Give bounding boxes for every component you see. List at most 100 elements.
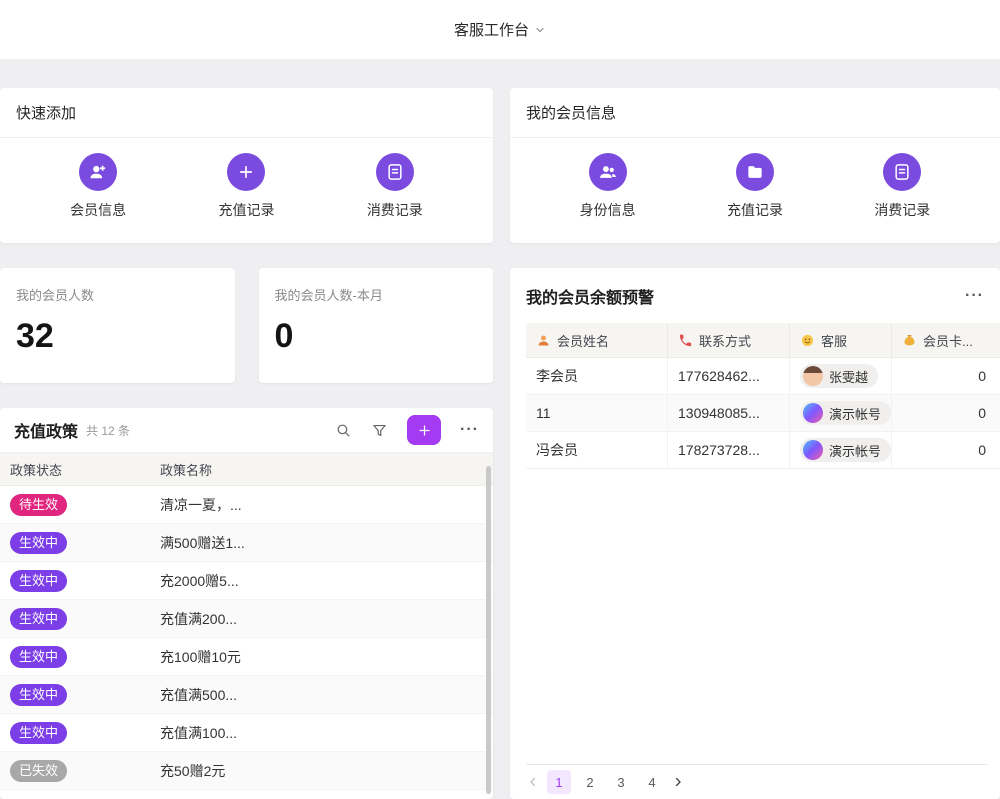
status-badge: 生效中: [10, 646, 67, 668]
record-count: 共 12 条: [86, 422, 130, 439]
prev-page-icon[interactable]: [526, 775, 540, 789]
table-row[interactable]: 生效中 满500赠送1...: [0, 524, 493, 562]
policy-name: 满500赠送1...: [160, 533, 493, 553]
add-record-button[interactable]: [407, 415, 441, 445]
member-name: 11: [526, 395, 668, 431]
column-header-agent: 客服: [790, 323, 892, 357]
column-header-status: 政策状态: [0, 460, 160, 479]
my-member-info-card: 我的会员信息 身份信息 充值记录: [510, 88, 1000, 243]
balance-value: 0: [892, 432, 1000, 468]
page-button-1[interactable]: 1: [547, 770, 571, 794]
table-row[interactable]: 11 130948085... 演示帐号 0: [526, 395, 1000, 432]
plus-icon: [417, 423, 432, 438]
member-name: 冯会员: [526, 432, 668, 468]
stat-label: 我的会员人数: [16, 285, 219, 304]
smiley-icon: [800, 333, 815, 348]
table-row[interactable]: 李会员 177628462... 张雯越 0: [526, 358, 1000, 395]
table-row[interactable]: 生效中 充值满500...: [0, 676, 493, 714]
policy-toolbar: 充值政策 共 12 条 ···: [0, 408, 493, 453]
search-icon[interactable]: [335, 422, 352, 439]
member-info-header: 我的会员信息: [510, 88, 1000, 138]
vertical-scrollbar[interactable]: [486, 466, 491, 794]
left-column: 快速添加 会员信息 充值记录: [0, 88, 493, 799]
table-row[interactable]: 生效中 充值满200...: [0, 600, 493, 638]
table-row[interactable]: 冯会员 178273728... 演示帐号 0: [526, 432, 1000, 469]
policy-table-header: 政策状态 政策名称: [0, 453, 493, 486]
member-name: 李会员: [526, 358, 668, 394]
agent-tag: 演示帐号: [800, 401, 891, 425]
warning-table-header: 会员姓名 联系方式 客服 会员卡...: [526, 323, 1000, 358]
quick-item-label: 充值记录: [727, 200, 783, 220]
table-row[interactable]: 已失效 充50赠2元: [0, 752, 493, 790]
quick-add-recharge-button[interactable]: 充值记录: [218, 153, 274, 220]
table-row[interactable]: 生效中 充2000赠5...: [0, 562, 493, 600]
balance-warning-card: 我的会员余额预警 ··· 会员姓名 联系方式 客服 会员卡.: [510, 268, 1000, 799]
agent-name: 张雯越: [829, 367, 868, 386]
page-button-4[interactable]: 4: [640, 770, 664, 794]
agent-tag: 张雯越: [800, 364, 878, 388]
recharge-records-button[interactable]: 充值记录: [727, 153, 783, 220]
next-page-icon[interactable]: [671, 775, 685, 789]
document-icon: [883, 153, 921, 191]
more-menu-icon[interactable]: ···: [965, 288, 984, 304]
page-button-2[interactable]: 2: [578, 770, 602, 794]
card-title: 快速添加: [16, 102, 76, 123]
table-row[interactable]: 生效中 充100赠10元: [0, 638, 493, 676]
filter-icon[interactable]: [371, 422, 388, 439]
member-phone: 177628462...: [668, 358, 790, 394]
member-phone: 130948085...: [668, 395, 790, 431]
chevron-down-icon: [534, 24, 546, 36]
card-title: 充值政策: [14, 418, 78, 442]
quick-add-actions: 会员信息 充值记录 消费记录: [0, 138, 493, 220]
column-header-contact: 联系方式: [668, 323, 790, 357]
member-count-card: 我的会员人数 32: [0, 268, 235, 383]
member-info-actions: 身份信息 充值记录 消费记录: [510, 138, 1000, 220]
avatar: [803, 366, 823, 386]
toolbar-actions: ···: [335, 415, 479, 445]
folder-icon: [736, 153, 774, 191]
member-count-month-card: 我的会员人数-本月 0: [259, 268, 494, 383]
agent-name: 演示帐号: [829, 404, 881, 423]
more-menu-icon[interactable]: ···: [460, 422, 479, 438]
avatar: [803, 403, 823, 423]
recharge-policy-card: 充值政策 共 12 条 ··· 政策状态 政策名称: [0, 408, 493, 799]
status-badge: 已失效: [10, 760, 67, 782]
quick-add-header: 快速添加: [0, 88, 493, 138]
table-row[interactable]: 待生效 清凉一夏，...: [0, 486, 493, 524]
policy-table-body: 待生效 清凉一夏，... 生效中 满500赠送1... 生效中 充2000赠5.…: [0, 486, 493, 790]
policy-name: 充2000赠5...: [160, 571, 493, 591]
person-icon: [536, 333, 551, 348]
identity-info-button[interactable]: 身份信息: [580, 153, 636, 220]
policy-name: 充值满200...: [160, 609, 493, 629]
quick-item-label: 消费记录: [367, 200, 423, 220]
balance-warning-header: 我的会员余额预警 ···: [510, 268, 1000, 323]
people-icon: [589, 153, 627, 191]
quick-item-label: 充值记录: [218, 200, 274, 220]
quick-item-label: 身份信息: [580, 200, 636, 220]
table-row[interactable]: 生效中 充值满100...: [0, 714, 493, 752]
balance-value: 0: [892, 395, 1000, 431]
quick-item-label: 会员信息: [70, 200, 126, 220]
quick-add-card: 快速添加 会员信息 充值记录: [0, 88, 493, 243]
status-badge: 生效中: [10, 608, 67, 630]
status-badge: 待生效: [10, 494, 67, 516]
money-bag-icon: [902, 333, 917, 348]
status-badge: 生效中: [10, 570, 67, 592]
warning-table-body: 李会员 177628462... 张雯越 0 11 130948085...: [510, 358, 1000, 469]
agent-tag: 演示帐号: [800, 438, 891, 462]
page-button-3[interactable]: 3: [609, 770, 633, 794]
status-badge: 生效中: [10, 684, 67, 706]
quick-add-member-button[interactable]: 会员信息: [70, 153, 126, 220]
plus-icon: [227, 153, 265, 191]
pagination: 1 2 3 4: [526, 770, 685, 794]
stat-value: 0: [275, 319, 478, 353]
consume-records-button[interactable]: 消费记录: [874, 153, 930, 220]
workspace-title-dropdown[interactable]: 客服工作台: [454, 19, 546, 40]
column-header-card-balance: 会员卡...: [892, 323, 1000, 357]
stat-value: 32: [16, 319, 219, 353]
quick-add-consume-button[interactable]: 消费记录: [367, 153, 423, 220]
phone-icon: [678, 333, 693, 348]
quick-item-label: 消费记录: [874, 200, 930, 220]
balance-value: 0: [892, 358, 1000, 394]
stat-label: 我的会员人数-本月: [275, 285, 478, 304]
